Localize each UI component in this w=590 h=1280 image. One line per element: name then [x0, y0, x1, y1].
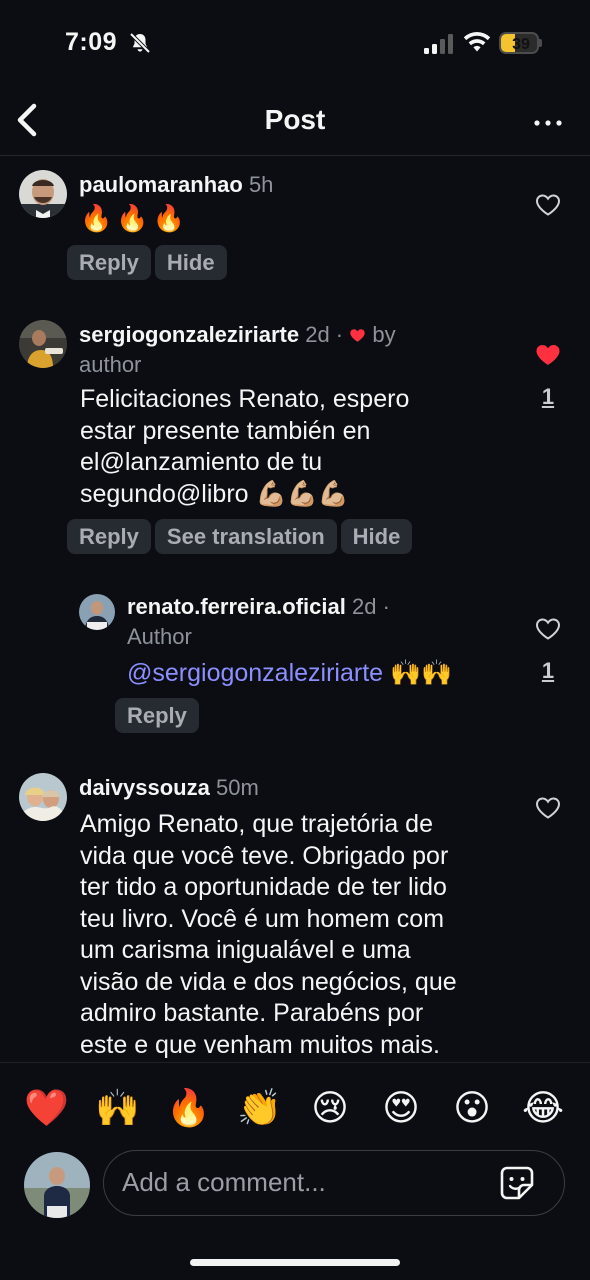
comment-text-line: um carisma inigualável e uma	[80, 936, 411, 964]
status-time: 7:09	[65, 28, 118, 56]
comment-input-wrapper	[103, 1150, 565, 1216]
comment-header: daivyssouza 50m	[79, 773, 259, 803]
more-horizontal-icon[interactable]	[533, 118, 563, 128]
comment-text-line: Amigo Renato, que trajetória de	[80, 810, 433, 838]
avatar[interactable]	[19, 170, 67, 218]
status-bar: 7:09 39	[0, 0, 590, 90]
comment-username[interactable]: sergiogonzaleziriarte	[79, 322, 299, 347]
comment-text-line: ter tido a oportunidade de ter lido	[80, 873, 447, 901]
reaction-laughing[interactable]: 😂	[521, 1087, 565, 1131]
comment-actions: Reply Hide	[67, 245, 227, 280]
comment-username[interactable]: daivyssouza	[79, 775, 210, 800]
heart-filled-icon[interactable]	[535, 343, 561, 367]
reaction-raised-hands[interactable]: 🙌	[95, 1087, 140, 1131]
reaction-fire[interactable]: 🔥	[166, 1087, 211, 1131]
comment-text-line: estar presente también en	[80, 416, 371, 445]
reply-button[interactable]: Reply	[67, 245, 151, 280]
bell-slash-icon	[129, 32, 151, 54]
comment-username[interactable]: renato.ferreira.oficial	[127, 594, 346, 619]
heart-outline-icon[interactable]	[535, 796, 561, 820]
comment-text-line: este e que venham muitos mais.	[80, 1030, 440, 1059]
comment-text-line: el@lanzamiento de tu	[80, 448, 323, 476]
comment-text: 🔥🔥🔥	[80, 204, 190, 234]
liked-by-author: author	[79, 352, 142, 377]
avatar[interactable]	[79, 594, 115, 630]
reply-button[interactable]: Reply	[115, 698, 199, 733]
reaction-surprised[interactable]: 😮	[450, 1087, 494, 1131]
comment-actions: Reply	[115, 698, 199, 733]
comment-item: paulomaranhao 5h 🔥🔥🔥 Reply Hide	[0, 168, 590, 288]
comment-text-line: admiro bastante. Parabéns por	[80, 999, 424, 1027]
heart-outline-icon[interactable]	[535, 617, 561, 641]
see-translation-button[interactable]: See translation	[154, 519, 337, 554]
comment-item: daivyssouza 50m Amigo Renato, que trajet…	[0, 771, 590, 1062]
reaction-heart-eyes[interactable]: 😍	[379, 1087, 423, 1131]
author-badge: Author	[127, 624, 192, 649]
comment-text-line: teu livro. Você é um homem com	[80, 904, 445, 933]
hide-button[interactable]: Hide	[340, 519, 413, 554]
liked-by-label: by	[372, 322, 396, 347]
reaction-heart[interactable]: ❤️	[24, 1087, 69, 1131]
comment-time: 2d ·	[352, 594, 390, 619]
sticker-icon[interactable]	[499, 1165, 535, 1201]
comment-emoji: 🙌🙌	[390, 658, 453, 687]
wifi-icon	[463, 32, 491, 52]
comment-time: 2d ·	[305, 322, 344, 347]
comment-time: 5h	[248, 172, 274, 197]
comment-header: paulomaranhao 5h	[79, 170, 273, 200]
battery-indicator: 39	[499, 32, 543, 54]
reaction-crying[interactable]: 😢	[308, 1087, 352, 1131]
comment-text-line: visão de vida e dos negócios, que	[80, 967, 457, 996]
comment-text: Felicitaciones Renato, espero estar pres…	[80, 384, 500, 510]
home-indicator	[190, 1259, 400, 1266]
comment-text: Amigo Renato, que trajetória de vida que…	[80, 809, 520, 1061]
signal-icon	[424, 34, 453, 54]
top-nav: Post	[0, 90, 590, 156]
comment-header: sergiogonzaleziriarte 2d · by author	[79, 320, 479, 380]
hide-button[interactable]: Hide	[154, 245, 227, 280]
like-count[interactable]: 1	[538, 384, 558, 410]
page-title: Post	[264, 104, 326, 135]
reaction-clap[interactable]: 👏	[237, 1087, 282, 1131]
comment-text-line: Felicitaciones Renato, espero	[80, 385, 410, 413]
comment-text: @sergiogonzaleziriarte 🙌🙌	[127, 657, 452, 690]
comment-composer	[0, 1150, 590, 1220]
comment-text-line: segundo@libro 💪🏼💪🏼💪🏼	[80, 479, 349, 508]
quick-reactions-bar: ❤️ 🙌 🔥 👏 😢 😍 😮 😂	[0, 1062, 590, 1150]
reply-item: renato.ferreira.oficial 2d · Author @ser…	[0, 592, 590, 737]
comment-actions: Reply See translation Hide	[67, 519, 413, 554]
comment-item: sergiogonzaleziriarte 2d · by author Fel…	[0, 318, 590, 568]
heart-outline-icon[interactable]	[535, 193, 561, 217]
comment-text-line: vida que você teve. Obrigado por	[80, 841, 449, 870]
comment-username[interactable]: paulomaranhao	[79, 172, 243, 197]
reply-button[interactable]: Reply	[67, 519, 151, 554]
comment-header: renato.ferreira.oficial 2d · Author	[127, 592, 467, 652]
avatar[interactable]	[24, 1152, 90, 1218]
comment-input[interactable]	[122, 1151, 492, 1214]
heart-filled-icon	[350, 329, 365, 342]
mention-link[interactable]: @sergiogonzaleziriarte	[127, 659, 383, 687]
like-count[interactable]: 1	[538, 658, 558, 684]
avatar[interactable]	[19, 320, 67, 368]
comment-time: 50m	[215, 775, 259, 800]
battery-percent: 39	[512, 36, 530, 53]
avatar[interactable]	[19, 773, 67, 821]
